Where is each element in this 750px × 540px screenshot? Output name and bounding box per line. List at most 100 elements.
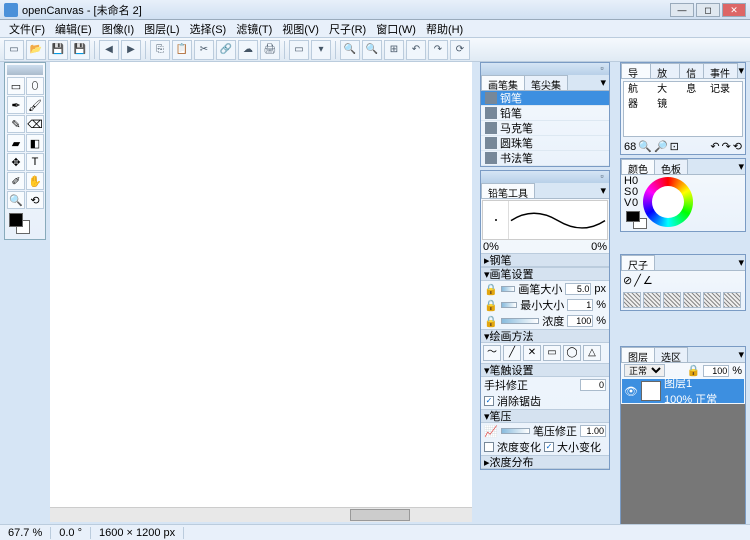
menu-select[interactable]: 选择(S)	[185, 21, 232, 37]
tab-selection[interactable]: 选区	[654, 347, 688, 362]
drawmode-line[interactable]: ╱	[503, 345, 521, 361]
tool-gradient[interactable]: ◧	[26, 134, 44, 152]
menu-file[interactable]: 文件(F)	[4, 21, 50, 37]
pencil-close-icon[interactable]: ▫	[597, 172, 607, 182]
zoomout-button[interactable]: 🔍	[362, 40, 382, 60]
tab-magnifier[interactable]: 放大镜	[650, 63, 680, 78]
tab-pencil-tool[interactable]: 铅笔工具	[481, 183, 535, 198]
tool-pen[interactable]: ✒	[7, 96, 25, 114]
foreground-color[interactable]	[9, 213, 23, 227]
tab-color[interactable]: 颜色	[621, 159, 655, 174]
menu-view[interactable]: 视图(V)	[277, 21, 324, 37]
tab-layers[interactable]: 图层	[621, 347, 655, 362]
tool-fill[interactable]: ▰	[7, 134, 25, 152]
menu-image[interactable]: 图像(I)	[97, 21, 139, 37]
tool-rotate[interactable]: ⟲	[26, 191, 44, 209]
brush-item-marker[interactable]: 马克笔	[481, 121, 609, 136]
minsize-input[interactable]: 1	[567, 299, 593, 311]
menu-window[interactable]: 窗口(W)	[371, 21, 421, 37]
menu-help[interactable]: 帮助(H)	[421, 21, 468, 37]
layer-item[interactable]: 👁 图层1 100% 正常	[622, 379, 744, 403]
nav-rotleft-icon[interactable]: ↶	[710, 140, 719, 153]
paste-button[interactable]: 📋	[172, 40, 192, 60]
tab-brushset[interactable]: 画笔集	[481, 75, 525, 90]
prev-button[interactable]: ◀	[99, 40, 119, 60]
brush-item-pen[interactable]: 钢笔	[481, 91, 609, 106]
minimize-button[interactable]: —	[670, 3, 694, 17]
nav-rotright-icon[interactable]: ↷	[722, 140, 731, 153]
cloud-button[interactable]: ☁	[238, 40, 258, 60]
print-button[interactable]: 🖨	[260, 40, 280, 60]
nav-zoomout-icon[interactable]: 🔍	[638, 140, 652, 153]
ruler-grid1[interactable]	[623, 292, 641, 308]
h-scrollbar[interactable]	[50, 507, 472, 522]
shake-input[interactable]: 0	[580, 379, 606, 391]
refresh-button[interactable]: ⟳	[450, 40, 470, 60]
color-fg[interactable]	[626, 211, 640, 222]
shape-dd[interactable]: ▾	[311, 40, 331, 60]
tool-marquee[interactable]: ▭	[7, 77, 25, 95]
antialias-checkbox[interactable]: ✓	[484, 396, 494, 406]
minsize-slider[interactable]	[501, 302, 518, 308]
tool-eyedrop[interactable]: ✐	[7, 172, 25, 190]
tool-lasso[interactable]: ⬯	[26, 77, 44, 95]
layer-menu-icon[interactable]: ▾	[737, 347, 745, 362]
lock-icon[interactable]: 🔒	[484, 299, 498, 312]
pressure-slider[interactable]	[501, 428, 530, 434]
color-menu-icon[interactable]: ▾	[737, 159, 745, 174]
ruler-none-icon[interactable]: ⊘	[623, 274, 632, 287]
tool-text[interactable]: T	[26, 153, 44, 171]
save-button[interactable]: 💾	[48, 40, 68, 60]
color-square[interactable]	[659, 193, 677, 211]
open-button[interactable]: 📂	[26, 40, 46, 60]
drawmode-cross[interactable]: ✕	[523, 345, 541, 361]
close-button[interactable]: ✕	[722, 3, 746, 17]
brush-item-calligraphy[interactable]: 书法笔	[481, 151, 609, 166]
ruler-grid3[interactable]	[663, 292, 681, 308]
lock-icon[interactable]: 🔒	[484, 283, 498, 296]
lock-icon[interactable]: 🔒	[484, 315, 498, 328]
drawmode-free[interactable]: 〜	[483, 345, 501, 361]
new-button[interactable]: ▭	[4, 40, 24, 60]
maximize-button[interactable]: ◻	[696, 3, 720, 17]
zoomfit-button[interactable]: ⊞	[384, 40, 404, 60]
ruler-grid4[interactable]	[683, 292, 701, 308]
menu-edit[interactable]: 编辑(E)	[50, 21, 97, 37]
tab-tipset[interactable]: 笔尖集	[524, 75, 568, 90]
visibility-icon[interactable]: 👁	[624, 385, 638, 398]
tool-zoom[interactable]: 🔍	[7, 191, 25, 209]
nav-menu-icon[interactable]: ▾	[737, 63, 745, 78]
tool-brush[interactable]: 🖌	[26, 96, 44, 114]
ruler-angle-icon[interactable]: ∠	[643, 274, 653, 287]
pencil-menu-icon[interactable]: ▾	[597, 183, 609, 198]
size-change-checkbox[interactable]: ✓	[544, 442, 554, 452]
ruler-grid5[interactable]	[703, 292, 721, 308]
pressure-input[interactable]: 1.00	[580, 425, 606, 437]
brush-item-pencil[interactable]: 铅笔	[481, 106, 609, 121]
nav-reset-icon[interactable]: ⟲	[733, 140, 742, 153]
menu-filter[interactable]: 滤镜(T)	[231, 21, 277, 37]
tab-navigator[interactable]: 导航器	[621, 63, 651, 78]
density-slider[interactable]	[501, 318, 540, 324]
tool-hand[interactable]: ✋	[26, 172, 44, 190]
ruler-grid6[interactable]	[723, 292, 741, 308]
brushset-close-icon[interactable]: ▫	[597, 64, 607, 74]
canvas[interactable]	[50, 62, 472, 507]
brush-item-ballpoint[interactable]: 圆珠笔	[481, 136, 609, 151]
undo-button[interactable]: ↶	[406, 40, 426, 60]
menu-ruler[interactable]: 尺子(R)	[324, 21, 371, 37]
nav-fit-icon[interactable]: ⊡	[670, 140, 679, 153]
density-change-checkbox[interactable]	[484, 442, 494, 452]
color-swatch[interactable]	[7, 213, 43, 237]
saveas-button[interactable]: 💾	[70, 40, 90, 60]
density-input[interactable]: 100	[567, 315, 593, 327]
rect-button[interactable]: ▭	[289, 40, 309, 60]
drawmode-poly[interactable]: △	[583, 345, 601, 361]
tab-ruler[interactable]: 尺子	[621, 255, 655, 270]
blend-mode-select[interactable]: 正常	[624, 364, 665, 377]
tool-pencil[interactable]: ✎	[7, 115, 25, 133]
size-slider[interactable]	[501, 286, 516, 292]
brushset-menu-icon[interactable]: ▾	[597, 75, 609, 90]
zoomin-button[interactable]: 🔍	[340, 40, 360, 60]
copy-button[interactable]: ⎘	[150, 40, 170, 60]
